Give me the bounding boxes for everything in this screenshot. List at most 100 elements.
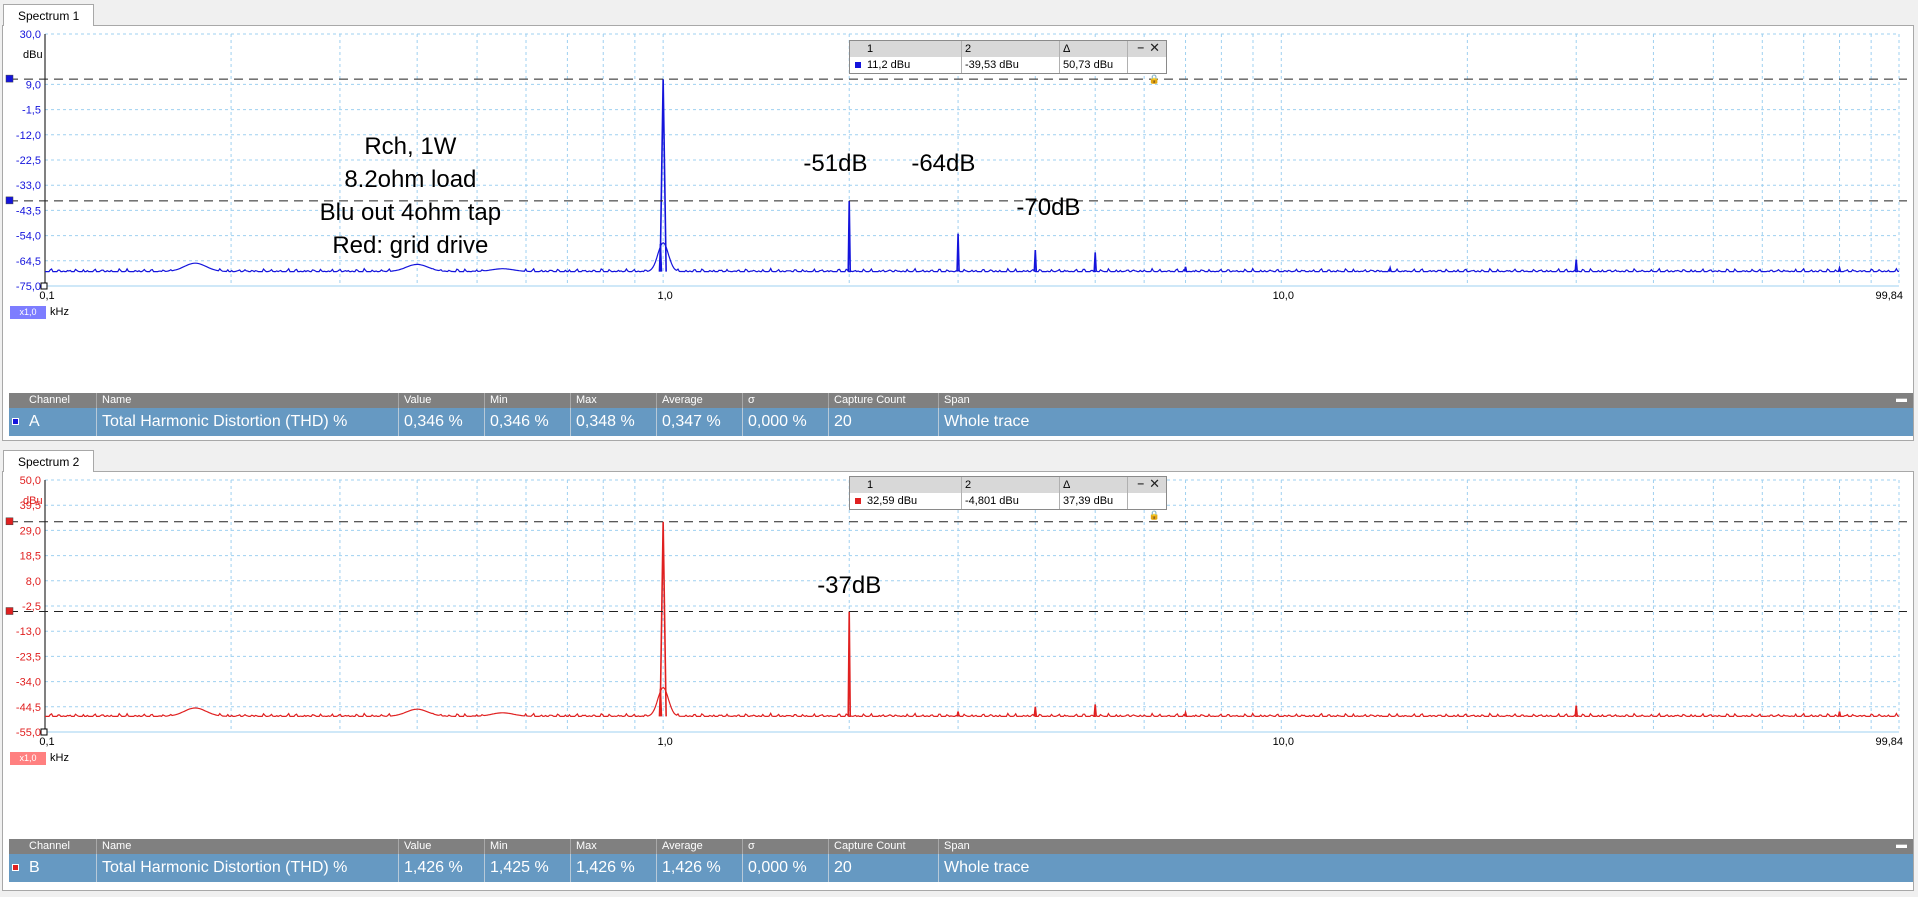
cursor-readout-1[interactable]: 1 2 Δ – ✕ 11,2 dBu -39,53 dBu 50,73 dBu … <box>849 40 1167 84</box>
annotation-line: -70dB <box>1016 194 1080 221</box>
minimize-icon[interactable]: – <box>1137 40 1144 54</box>
col-average[interactable]: Average <box>657 393 743 408</box>
annotation-text: Rch, 1W 8.2ohm load Blu out 4ohm tap Red: g… <box>320 133 501 259</box>
measurement-table-1: Channel Name Value Min Max Average σ Cap… <box>9 393 1913 439</box>
y-tick-label: -13,0 <box>16 626 41 638</box>
table-row[interactable]: B Total Harmonic Distortion (THD) % 1,42… <box>9 854 1913 882</box>
col-sigma[interactable]: σ <box>743 393 829 408</box>
table-row[interactable]: A Total Harmonic Distortion (THD) % 0,34… <box>9 408 1913 436</box>
cell-capture-count: 20 <box>829 408 939 436</box>
spectrum-peak <box>847 611 852 717</box>
y-tick-label: -55,0 <box>16 727 41 739</box>
col-max[interactable]: Max <box>571 393 657 408</box>
cell-sigma: 0,000 % <box>743 408 829 436</box>
x-unit-label: kHz <box>50 752 69 764</box>
y-tick-label: -12,0 <box>16 130 41 142</box>
annotation-text: -64dB <box>911 150 975 177</box>
cell-max: 0,348 % <box>571 408 657 436</box>
spectrum-peak <box>1388 265 1392 272</box>
cell-max: 1,426 % <box>571 854 657 882</box>
y-tick-label: -75,0 <box>16 281 41 293</box>
annotation-line: 8.2ohm load <box>344 166 476 193</box>
tab-spectrum-2[interactable]: Spectrum 2 <box>3 450 95 472</box>
cursor-delta-value: 50,73 dBu <box>1060 57 1128 73</box>
col-channel[interactable]: Channel <box>9 393 97 408</box>
y-tick-label: -23,5 <box>16 651 41 663</box>
cell-min: 0,346 % <box>485 408 571 436</box>
origin-marker <box>40 728 48 736</box>
spectrum-1-plot[interactable]: 30,0 9,0 -1,5 -12,0 -22,5 -33,0 -43,5 -54,0 -64,… <box>3 26 1913 396</box>
col-min[interactable]: Min <box>485 839 571 854</box>
y-tick-label: -54,0 <box>16 231 41 243</box>
y-unit-label: dBu <box>23 495 43 507</box>
y-tick-label: -33,0 <box>16 180 41 192</box>
annotation-line: Blu out 4ohm tap <box>320 199 501 226</box>
cursor-handle-2 <box>5 607 14 615</box>
y-unit-label: dBu <box>23 49 43 61</box>
col-sigma[interactable]: σ <box>743 839 829 854</box>
lock-icon[interactable]: 🔒 <box>1149 510 1160 521</box>
cursor-readout-2[interactable]: 1 2 Δ – ✕ 32,59 dBu -4,801 dBu 37,39 dBu… <box>849 476 1167 520</box>
cell-min: 1,425 % <box>485 854 571 882</box>
scale-badge[interactable]: x1,0 <box>10 306 46 319</box>
cell-span: Whole trace <box>944 413 1030 430</box>
y-tick-label: -43,5 <box>16 205 41 217</box>
cursor-delta-header: Δ <box>1060 477 1128 493</box>
col-capture-count[interactable]: Capture Count <box>829 393 939 408</box>
col-span[interactable]: Span <box>939 393 1139 408</box>
collapse-icon[interactable]: ▬ <box>1896 839 1907 851</box>
x-tick-label: 1,0 <box>657 290 672 302</box>
col-value[interactable]: Value <box>399 839 485 854</box>
x-unit-label: kHz <box>50 306 69 318</box>
col-min[interactable]: Min <box>485 393 571 408</box>
col-name[interactable]: Name <box>97 393 399 408</box>
spectrum-panel-2: 50,0 39,5 29,0 18,5 8,0 -2,5 -13,0 -23,5 -34,0 -4… <box>2 471 1914 891</box>
cursor-1-header: 1 <box>864 41 962 57</box>
col-capture-count[interactable]: Capture Count <box>829 839 939 854</box>
y-tick-label: -34,0 <box>16 677 41 689</box>
cursor-handle-2 <box>5 196 14 205</box>
col-max[interactable]: Max <box>571 839 657 854</box>
spectrum-peak <box>956 233 960 272</box>
x-tick-label: 1,0 <box>657 736 672 748</box>
cursor-delta-value: 37,39 dBu <box>1060 493 1128 509</box>
col-channel[interactable]: Channel <box>9 839 97 854</box>
spectrum-2-plot[interactable]: 50,039,529,018,58,0-2,5-13,0-23,5-34,0-4… <box>3 472 1913 842</box>
y-tick-label: -44,5 <box>16 702 41 714</box>
cursor-2-header: 2 <box>962 477 1060 493</box>
col-span[interactable]: Span <box>939 839 1139 854</box>
annotation-text: -37dB <box>817 572 881 599</box>
col-average[interactable]: Average <box>657 839 743 854</box>
y-tick-label: 9,0 <box>26 79 41 91</box>
cell-average: 0,347 % <box>657 408 743 436</box>
channel-color-swatch <box>855 498 861 504</box>
tab-spectrum-1[interactable]: Spectrum 1 <box>3 4 95 26</box>
annotation-line: -37dB <box>817 572 881 599</box>
scale-badge[interactable]: x1,0 <box>10 752 46 765</box>
col-name[interactable]: Name <box>97 839 399 854</box>
y-tick-label: 8,0 <box>26 576 41 588</box>
y-tick-label: -64,5 <box>16 256 41 268</box>
x-tick-label: 99,84 <box>1875 736 1903 748</box>
lock-icon[interactable]: 🔒 <box>1149 74 1160 85</box>
x-tick-label: 10,0 <box>1273 290 1294 302</box>
cell-average: 1,426 % <box>657 854 743 882</box>
collapse-icon[interactable]: ▬ <box>1896 393 1907 405</box>
close-icon[interactable]: ✕ <box>1149 476 1160 492</box>
x-tick-label: 99,84 <box>1875 290 1903 302</box>
y-tick-label: 18,5 <box>20 551 41 563</box>
cursor-1-header: 1 <box>864 477 962 493</box>
close-icon[interactable]: ✕ <box>1149 40 1160 56</box>
origin-marker <box>40 282 48 290</box>
annotation-line: Red: grid drive <box>332 232 488 259</box>
y-tick-label: 50,0 <box>20 475 41 487</box>
cell-name: Total Harmonic Distortion (THD) % <box>97 408 399 436</box>
trace-line <box>45 686 1900 718</box>
cell-channel: B <box>9 854 97 882</box>
measurement-table-2: Channel Name Value Min Max Average σ Cap… <box>9 839 1913 885</box>
minimize-icon[interactable]: – <box>1137 476 1144 490</box>
annotation-line: -64dB <box>911 150 975 177</box>
trace-line <box>45 242 1900 273</box>
cursor-2-header: 2 <box>962 41 1060 57</box>
col-value[interactable]: Value <box>399 393 485 408</box>
